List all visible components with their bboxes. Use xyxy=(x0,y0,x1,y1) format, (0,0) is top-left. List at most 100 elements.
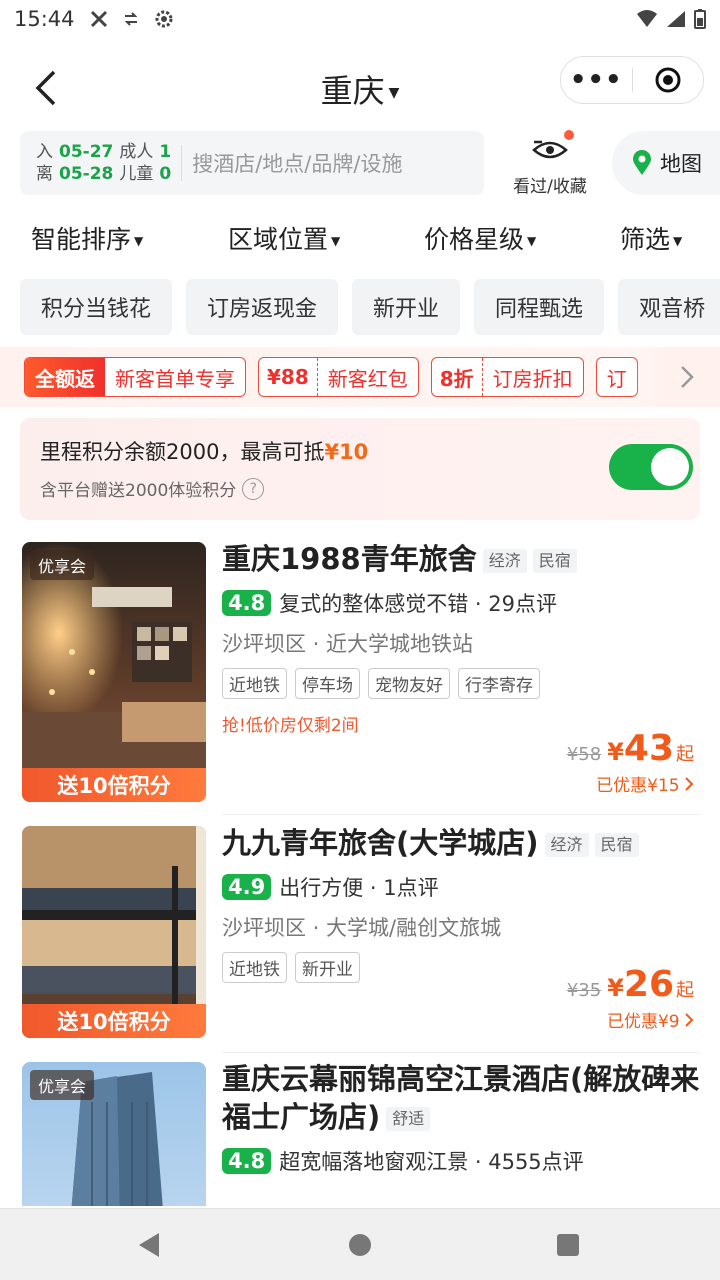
settings-icon xyxy=(155,10,173,28)
discount-saved-text: 已优惠¥9 xyxy=(606,1012,680,1032)
chip-guanyinqiao[interactable]: 观音桥 xyxy=(618,279,720,335)
wifi-icon xyxy=(637,10,657,27)
points-balance-text: 里程积分余额2000，最高可抵 xyxy=(40,440,325,464)
target-icon xyxy=(655,67,681,93)
hotel-name-text: 重庆云幕丽锦高空江景酒店(解放碑来福士广场店) xyxy=(222,1062,700,1134)
review-summary: 出行方便 · 1点评 xyxy=(279,876,439,900)
children-count: 0 xyxy=(159,164,172,184)
hotel-photo[interactable]: 优享会 xyxy=(22,1062,206,1206)
seen-favorites-button[interactable]: 看过/收藏 xyxy=(500,130,600,197)
hotel-photo[interactable]: 送10倍积分 xyxy=(22,826,206,1038)
filter-more-label: 筛选 xyxy=(620,225,671,254)
chip-selected[interactable]: 同程甄选 xyxy=(474,279,605,335)
hotel-card[interactable]: 优享会 重庆云幕丽锦高空江景酒店(解放碑来福士广场店) 舒适 4.8 超宽幅落地窗观… xyxy=(0,1060,720,1206)
chevron-right-icon xyxy=(681,366,694,388)
help-icon[interactable]: ? xyxy=(242,477,265,500)
hotel-name: 重庆云幕丽锦高空江景酒店(解放碑来福士广场店) 舒适 xyxy=(222,1060,702,1136)
hotel-name: 重庆1988青年旅舍 经济 民宿 xyxy=(222,540,702,578)
filter-sort[interactable]: 智能排序 ▼ xyxy=(31,220,143,256)
feature-tag: 新开业 xyxy=(295,952,360,983)
type-tag: 经济 xyxy=(482,549,527,573)
redpack-amount: ¥88 xyxy=(259,358,318,396)
close-miniapp-button[interactable] xyxy=(633,66,704,94)
caret-down-icon: ▼ xyxy=(331,234,341,248)
hostel-room-photo xyxy=(22,542,206,802)
search-input[interactable]: 搜酒店/地点/品牌/设施 xyxy=(192,148,402,178)
chip-new-open[interactable]: 新开业 xyxy=(352,279,461,335)
redpack-label: 新客红包 xyxy=(327,366,408,391)
system-nav-bar xyxy=(0,1208,720,1280)
feature-tag: 停车场 xyxy=(295,668,360,699)
discount-label: 订房折扣 xyxy=(492,366,573,391)
hotel-photo[interactable]: 优享会 送10倍积分 xyxy=(22,542,206,802)
hotel-info: 重庆云幕丽锦高空江景酒店(解放碑来福士广场店) 舒适 4.8 超宽幅落地窗观江景 ·… xyxy=(222,1060,702,1176)
filter-price-label: 价格星级 xyxy=(424,225,525,254)
hotel-price: ¥35 ¥26 起 已优惠¥9 xyxy=(567,964,694,1032)
promo-redpack[interactable]: ¥88 新客红包 xyxy=(258,357,419,397)
hotel-card[interactable]: 送10倍积分 九九青年旅舍(大学城店) 经济 民宿 4.9 出行方便 · 1点评 沙坪… xyxy=(0,824,720,1064)
feature-tag: 宠物友好 xyxy=(368,668,450,699)
promo-more-button[interactable] xyxy=(634,347,720,407)
price-from-label: 起 xyxy=(676,744,694,765)
checkin-date: 05-27 xyxy=(59,142,114,162)
points-promo-badge: 送10倍积分 xyxy=(22,1004,206,1038)
battery-icon xyxy=(694,9,706,29)
promo-overflow[interactable]: 订 xyxy=(595,357,638,397)
points-note-text: 含平台赠送2000体验积分 xyxy=(40,481,237,501)
review-summary: 复式的整体感觉不错 · 29点评 xyxy=(279,592,557,616)
nav-home-icon[interactable] xyxy=(349,1234,371,1256)
current-price: ¥43 xyxy=(607,728,674,769)
checkout-date: 05-28 xyxy=(59,164,114,184)
price-from-label: 起 xyxy=(676,980,694,1001)
date-guest-picker[interactable]: 入 05-27 成人 1 离 05-28 儿童 0 xyxy=(36,141,171,185)
more-button[interactable]: ••• xyxy=(561,67,632,93)
unread-dot xyxy=(564,130,574,140)
promo-discount[interactable]: 8折 订房折扣 xyxy=(430,357,584,397)
score-badge: 4.8 xyxy=(222,590,272,616)
discount-saved[interactable]: 已优惠¥15 xyxy=(567,771,694,796)
nav-back-icon[interactable] xyxy=(137,1231,161,1259)
chip-cashback[interactable]: 订房返现金 xyxy=(186,279,339,335)
status-bar: 15:44 xyxy=(0,0,720,38)
filter-area[interactable]: 区域位置 ▼ xyxy=(228,220,340,256)
status-time: 15:44 xyxy=(14,7,75,31)
hotel-info: 重庆1988青年旅舍 经济 民宿 4.8 复式的整体感觉不错 · 29点评 沙坪坝区 … xyxy=(222,540,702,736)
type-tag: 经济 xyxy=(544,833,589,857)
checkin-label: 入 xyxy=(36,142,53,162)
search-box[interactable]: 入 05-27 成人 1 离 05-28 儿童 0 搜酒店/地点/品牌/设施 xyxy=(20,131,484,195)
original-price: ¥35 xyxy=(566,980,602,1001)
feature-tags: 近地铁 停车场 宠物友好 行李寄存 xyxy=(222,668,702,699)
nav-recents-icon[interactable] xyxy=(557,1234,579,1256)
promo-full-rebate[interactable]: 全额返 新客首单专享 xyxy=(24,357,246,397)
caret-down-icon: ▼ xyxy=(388,85,400,101)
children-label: 儿童 xyxy=(119,164,154,184)
map-button[interactable]: 地图 xyxy=(612,131,720,195)
price-value: 43 xyxy=(623,728,674,769)
hotel-location: 沙坪坝区 · 近大学城地铁站 xyxy=(222,632,474,656)
hotel-rating: 4.8 复式的整体感觉不错 · 29点评 xyxy=(222,588,702,618)
filter-price-star[interactable]: 价格星级 ▼ xyxy=(424,220,536,256)
points-toggle[interactable] xyxy=(609,444,693,490)
hotel-rating: 4.8 超宽幅落地窗观江景 · 4555点评 xyxy=(222,1146,702,1176)
points-note: 含平台赠送2000体验积分? xyxy=(40,476,265,501)
full-rebate-tag: 全额返 xyxy=(25,358,105,396)
discount-saved[interactable]: 已优惠¥9 xyxy=(567,1007,694,1032)
quick-filter-chips: 积分当钱花 订房返现金 新开业 同程甄选 观音桥 xyxy=(20,279,720,335)
hotel-list: 优享会 送10倍积分 重庆1988青年旅舍 经济 民宿 4.8 复式的整体感觉不错 ·… xyxy=(0,540,720,1206)
currency-symbol: ¥ xyxy=(607,974,624,1002)
points-max-deduct: ¥10 xyxy=(324,440,369,464)
map-pin-icon xyxy=(633,150,651,175)
divider xyxy=(222,814,700,815)
chevron-right-icon xyxy=(685,1013,694,1027)
points-balance: 里程积分余额2000，最高可抵¥10 xyxy=(40,436,368,466)
chip-points[interactable]: 积分当钱花 xyxy=(20,279,173,335)
miniapp-capsule: ••• xyxy=(560,56,704,104)
hotel-name-text: 重庆1988青年旅舍 xyxy=(222,542,477,576)
filter-more[interactable]: 筛选 ▼ xyxy=(620,220,682,256)
hotel-rating: 4.9 出行方便 · 1点评 xyxy=(222,872,702,902)
map-label: 地图 xyxy=(660,152,702,176)
divider xyxy=(222,1052,700,1053)
promo-banner[interactable]: 全额返 新客首单专享 ¥88 新客红包 8折 订房折扣 订 xyxy=(0,347,720,407)
hotel-card[interactable]: 优享会 送10倍积分 重庆1988青年旅舍 经济 民宿 4.8 复式的整体感觉不错 ·… xyxy=(0,540,720,810)
vip-badge: 优享会 xyxy=(30,1070,95,1100)
